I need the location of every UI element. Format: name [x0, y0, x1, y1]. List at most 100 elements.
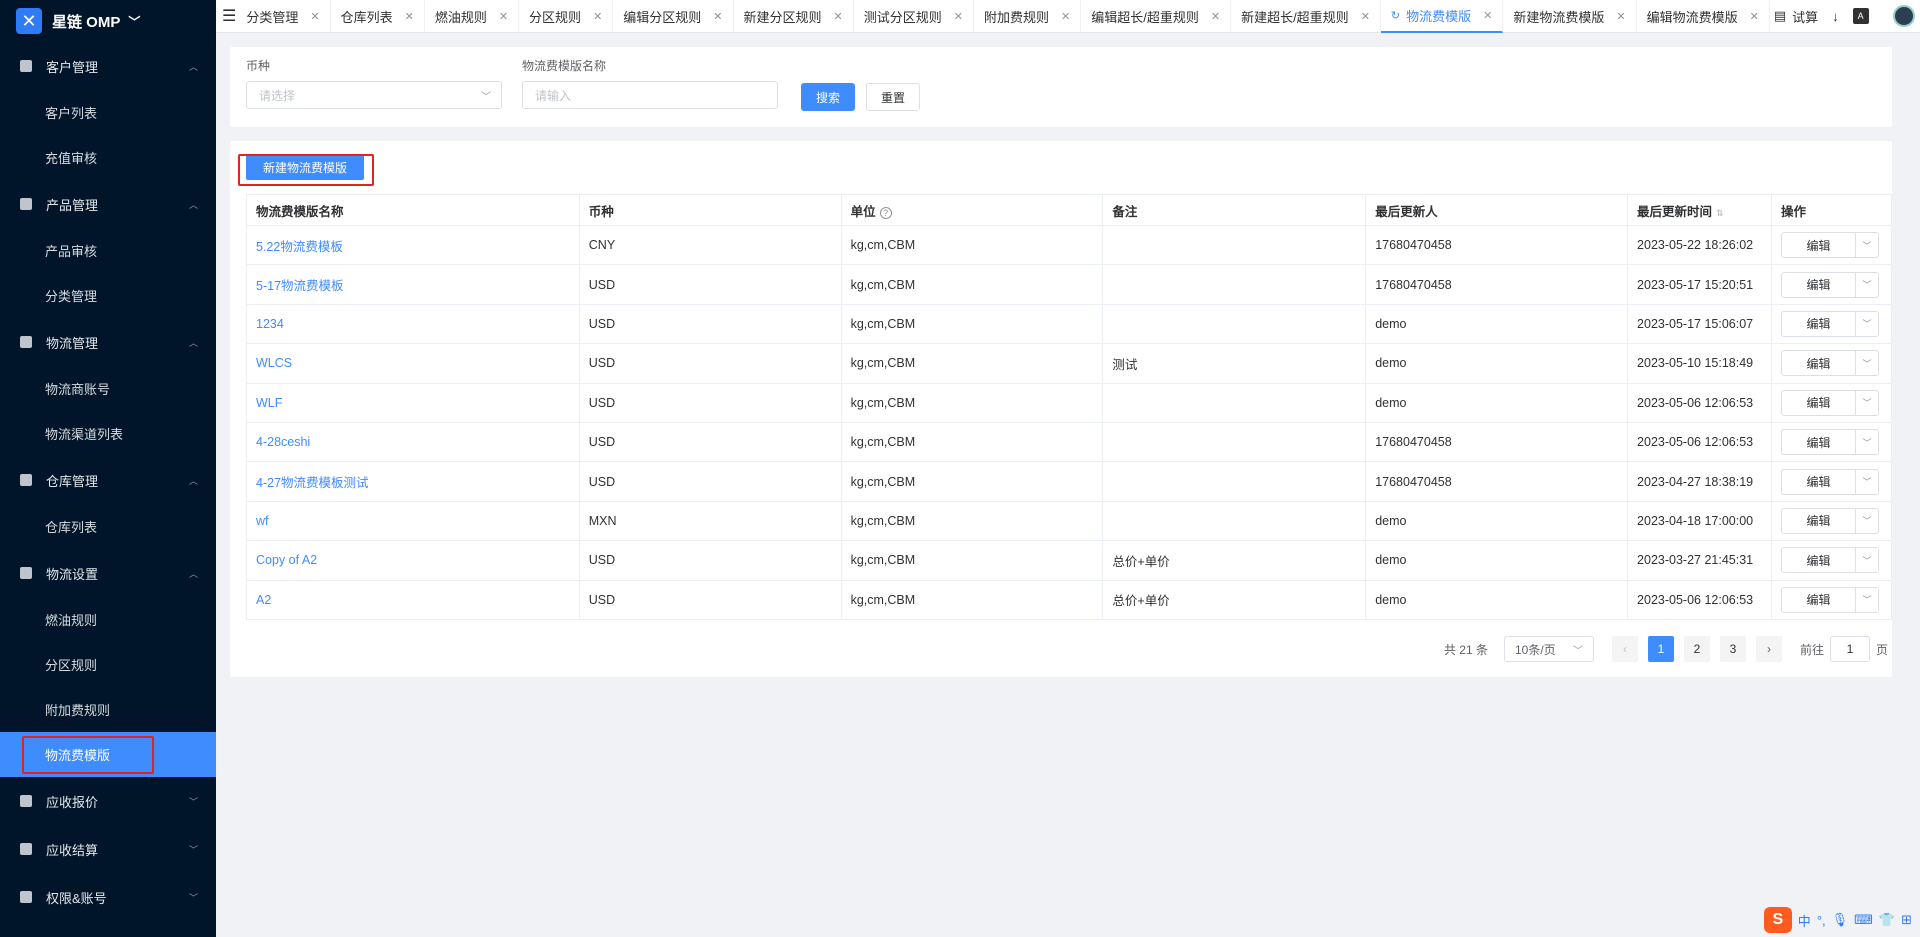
reset-button[interactable]: 重置 — [866, 83, 920, 111]
chevron-down-icon[interactable]: ﹀ — [1856, 554, 1878, 567]
search-button[interactable]: 搜索 — [801, 83, 855, 111]
sidebar-item[interactable]: 仓库列表 — [0, 504, 216, 549]
close-icon[interactable]: ✕ — [1483, 9, 1492, 22]
close-icon[interactable]: ✕ — [954, 10, 963, 23]
sidebar-item[interactable]: 燃油规则 — [0, 597, 216, 642]
tab-2[interactable]: 燃油规则 ✕ — [425, 0, 520, 33]
edit-button[interactable]: 编辑 — [1782, 430, 1856, 455]
cell-name[interactable]: 5.22物流费模板 — [246, 224, 580, 266]
close-icon[interactable]: ✕ — [310, 10, 319, 23]
close-icon[interactable]: ✕ — [1061, 10, 1070, 23]
close-icon[interactable]: ✕ — [499, 10, 508, 23]
edit-button[interactable]: 编辑 — [1782, 233, 1856, 258]
tab-7[interactable]: 附加费规则 ✕ — [974, 0, 1082, 33]
close-icon[interactable]: ✕ — [1616, 10, 1625, 23]
tab-9[interactable]: 新建超长/超重规则 ✕ — [1231, 0, 1381, 33]
page-button[interactable]: 2 — [1683, 636, 1710, 662]
refresh-icon[interactable]: ↻ — [1391, 9, 1400, 22]
edit-button[interactable]: 编辑 — [1782, 548, 1856, 573]
sidebar-item[interactable]: 充值审核 — [0, 135, 216, 180]
tab-11[interactable]: 新建物流费模版 ✕ — [1503, 0, 1637, 33]
tab-12[interactable]: 编辑物流费模版 ✕ — [1637, 0, 1770, 33]
cell-name[interactable]: 4-28ceshi — [246, 421, 580, 463]
close-icon[interactable]: ✕ — [1361, 10, 1370, 23]
skin-icon[interactable]: 👕 — [1879, 912, 1895, 928]
sidebar-group-3[interactable]: 仓库管理 ︿ — [0, 456, 216, 504]
sidebar-group-1[interactable]: 产品管理 ︿ — [0, 180, 216, 228]
edit-button[interactable]: 编辑 — [1782, 469, 1856, 494]
sidebar-group-2[interactable]: 物流管理 ︿ — [0, 318, 216, 366]
tab-5[interactable]: 新建分区规则 ✕ — [734, 0, 854, 33]
tab-4[interactable]: 编辑分区规则 ✕ — [613, 0, 734, 33]
cell-name[interactable]: WLCS — [246, 343, 580, 384]
page-button[interactable]: 3 — [1719, 636, 1746, 662]
tab-8[interactable]: 编辑超长/超重规则 ✕ — [1081, 0, 1232, 33]
close-icon[interactable]: ✕ — [405, 10, 414, 23]
edit-button[interactable]: 编辑 — [1782, 311, 1856, 336]
close-icon[interactable]: ✕ — [1750, 10, 1759, 23]
menu-toggle-icon[interactable]: ☰ — [222, 6, 236, 26]
sidebar-group-7[interactable]: 权限&账号 ﹀ — [0, 873, 216, 921]
download-icon[interactable]: ↓ — [1832, 9, 1839, 24]
chevron-down-icon[interactable]: ﹀ — [1856, 396, 1878, 409]
sidebar-item[interactable]: 物流费模版 — [0, 732, 216, 777]
calculator-icon[interactable]: ▤ — [1774, 8, 1786, 24]
keyboard-icon[interactable]: ⌨ — [1854, 912, 1873, 928]
chevron-down-icon[interactable]: ﹀ — [1856, 278, 1878, 291]
page-button[interactable]: 1 — [1647, 636, 1674, 662]
cell-name[interactable]: Copy of A2 — [246, 540, 580, 581]
chevron-down-icon[interactable]: ﹀ — [1856, 514, 1878, 527]
cell-name[interactable]: 1234 — [246, 303, 580, 345]
next-page-button[interactable]: › — [1755, 636, 1782, 662]
cell-name[interactable]: 5-17物流费模板 — [246, 264, 580, 305]
goto-page-input[interactable]: 1 — [1829, 636, 1870, 662]
sidebar-item[interactable]: 产品审核 — [0, 228, 216, 273]
tab-3[interactable]: 分区规则 ✕ — [519, 0, 614, 33]
tab-6[interactable]: 测试分区规则 ✕ — [854, 0, 974, 33]
sidebar-item[interactable]: 物流商账号 — [0, 366, 216, 411]
brand-switcher[interactable]: ✕ 星链 OMP ﹀ — [0, 0, 216, 42]
page-size-select[interactable]: 10条/页 ﹀ — [1503, 636, 1594, 662]
chevron-down-icon[interactable]: ﹀ — [1856, 436, 1878, 449]
help-icon[interactable]: ? — [879, 206, 892, 219]
cell-name[interactable]: wf — [246, 500, 580, 542]
font-size-icon[interactable]: A — [1852, 8, 1869, 24]
sidebar-group-0[interactable]: 客户管理 ︿ — [0, 42, 216, 90]
sogou-logo-icon[interactable]: S — [1763, 907, 1792, 933]
sidebar-group-5[interactable]: 应收报价 ﹀ — [0, 777, 216, 825]
sidebar-group-6[interactable]: 应收结算 ﹀ — [0, 825, 216, 873]
trial-calc-link[interactable]: 试算 — [1792, 7, 1818, 26]
edit-button[interactable]: 编辑 — [1782, 390, 1856, 415]
new-template-button[interactable]: 新建物流费模版 — [246, 154, 364, 180]
cell-name[interactable]: 4-27物流费模板测试 — [246, 461, 580, 502]
sidebar-group-4[interactable]: 物流设置 ︿ — [0, 549, 216, 597]
sidebar-item[interactable]: 分区规则 — [0, 642, 216, 687]
sidebar-item[interactable]: 物流渠道列表 — [0, 411, 216, 456]
close-icon[interactable]: ✕ — [834, 10, 843, 23]
sidebar-item[interactable]: 分类管理 — [0, 273, 216, 318]
prev-page-button[interactable]: ‹ — [1611, 636, 1638, 662]
template-name-input[interactable]: 请输入 — [522, 81, 778, 109]
microphone-icon[interactable]: 🎙 — [1832, 912, 1849, 928]
punctuation-icon[interactable]: °, — [1817, 913, 1826, 928]
edit-button[interactable]: 编辑 — [1782, 508, 1856, 533]
chevron-down-icon[interactable]: ﹀ — [1856, 593, 1878, 606]
sidebar-item[interactable]: 客户列表 — [0, 90, 216, 135]
chevron-down-icon[interactable]: ﹀ — [1856, 239, 1878, 252]
edit-button[interactable]: 编辑 — [1782, 587, 1856, 612]
tab-0[interactable]: 分类管理 ✕ — [236, 0, 331, 33]
chevron-down-icon[interactable]: ﹀ — [1856, 357, 1878, 370]
sort-icon[interactable]: ⇅ — [1716, 208, 1724, 218]
close-icon[interactable]: ✕ — [593, 10, 602, 23]
close-icon[interactable]: ✕ — [713, 10, 722, 23]
edit-button[interactable]: 编辑 — [1782, 272, 1856, 297]
sidebar-item[interactable]: 附加费规则 — [0, 687, 216, 732]
tab-1[interactable]: 仓库列表 ✕ — [331, 0, 425, 33]
chevron-down-icon[interactable]: ﹀ — [1856, 475, 1878, 488]
ime-lang[interactable]: 中 — [1798, 911, 1811, 930]
chevron-down-icon[interactable]: ﹀ — [1856, 317, 1878, 330]
cell-name[interactable]: WLF — [246, 382, 580, 423]
cell-name[interactable]: A2 — [246, 579, 580, 620]
close-icon[interactable]: ✕ — [1211, 10, 1220, 23]
edit-button[interactable]: 编辑 — [1782, 351, 1856, 376]
